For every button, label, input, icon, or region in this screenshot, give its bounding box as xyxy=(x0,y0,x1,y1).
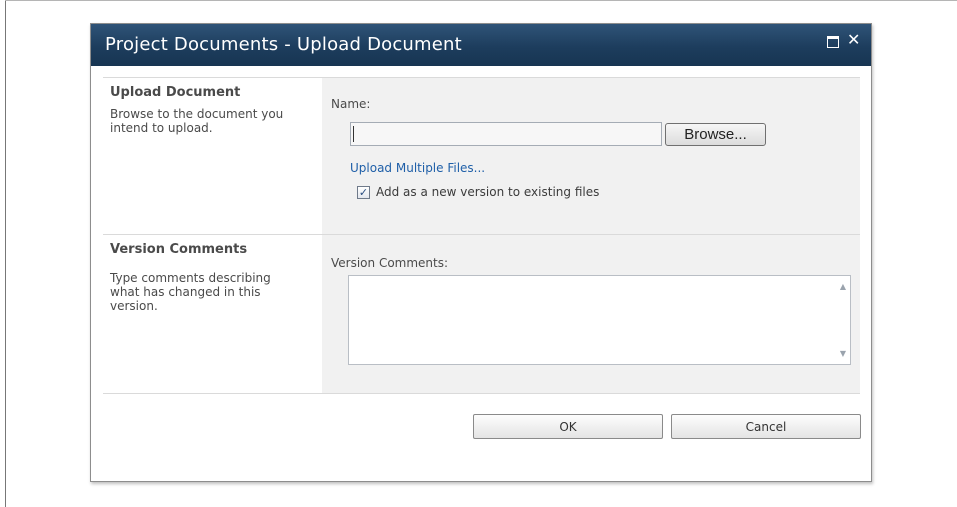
maximize-icon[interactable] xyxy=(827,36,839,48)
upload-document-dialog: Project Documents - Upload Document ✕ Up… xyxy=(90,23,872,482)
cancel-button[interactable]: Cancel xyxy=(671,414,861,439)
name-label: Name: xyxy=(331,97,371,111)
name-file-input[interactable] xyxy=(350,122,662,146)
ok-button[interactable]: OK xyxy=(473,414,663,439)
comments-description-column: Version Comments Type comments describin… xyxy=(103,235,322,393)
dialog-titlebar: Project Documents - Upload Document ✕ xyxy=(91,24,871,66)
comments-section-title: Version Comments xyxy=(110,242,248,257)
add-as-new-version-checkbox[interactable]: ✓ xyxy=(357,186,370,199)
version-comments-section: Version Comments Type comments describin… xyxy=(103,234,860,394)
upload-fields-column: Name: Browse... Upload Multiple Files...… xyxy=(322,78,860,235)
dialog-title: Project Documents - Upload Document xyxy=(105,34,462,55)
comments-fields-column: Version Comments: ▲ ▼ xyxy=(322,235,860,393)
scroll-up-arrow-icon[interactable]: ▲ xyxy=(840,282,846,291)
upload-section-title: Upload Document xyxy=(110,85,241,100)
upload-section-description: Browse to the document you intend to upl… xyxy=(110,107,284,135)
upload-document-section: Upload Document Browse to the document y… xyxy=(103,77,860,235)
version-comments-textarea[interactable]: ▲ ▼ xyxy=(348,275,851,365)
close-icon[interactable]: ✕ xyxy=(847,30,860,49)
scroll-down-arrow-icon[interactable]: ▼ xyxy=(840,349,846,358)
upload-multiple-files-link[interactable]: Upload Multiple Files... xyxy=(350,161,485,175)
upload-description-column: Upload Document Browse to the document y… xyxy=(103,78,322,235)
dialog-content: Upload Document Browse to the document y… xyxy=(91,66,871,481)
version-comments-label: Version Comments: xyxy=(331,256,449,270)
add-as-new-version-label[interactable]: Add as a new version to existing files xyxy=(376,185,599,199)
browse-button[interactable]: Browse... xyxy=(665,123,766,146)
window-frame-edge xyxy=(5,0,6,507)
text-cursor xyxy=(353,126,354,142)
comments-section-description: Type comments describing what has change… xyxy=(110,271,271,313)
window-frame-top xyxy=(5,0,957,1)
